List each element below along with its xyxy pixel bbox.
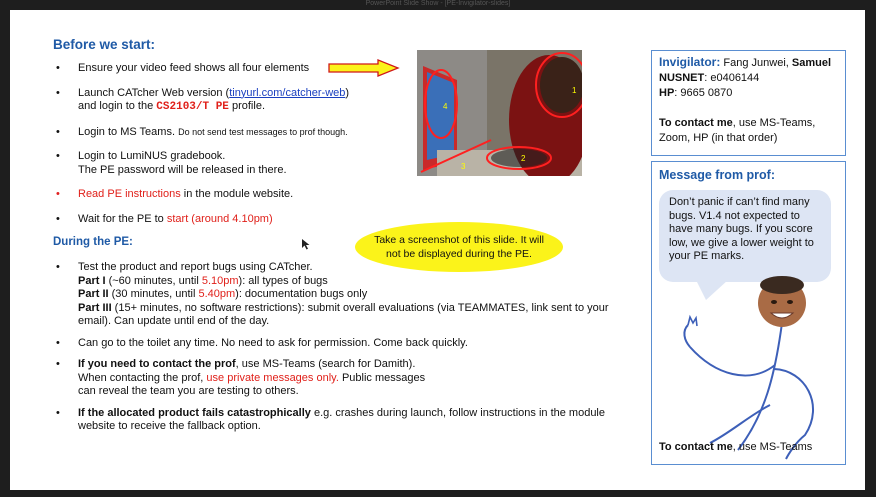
mouse-cursor-icon bbox=[302, 239, 310, 250]
invigilator-box: Invigilator: Fang Junwei, Samuel NUSNET:… bbox=[651, 50, 846, 156]
photo-label-1: 1 bbox=[572, 86, 577, 95]
prof-contact: To contact me, use MS-Teams bbox=[659, 441, 813, 453]
before-list: Ensure your video feed shows all four el… bbox=[52, 62, 402, 226]
during-list: Test the product and report bugs using C… bbox=[52, 261, 622, 434]
webcam-photo: 4 1 2 3 bbox=[417, 50, 582, 176]
photo-label-3: 3 bbox=[461, 162, 466, 171]
invigilator-contact: To contact me, use MS-Teams, Zoom, HP (i… bbox=[659, 117, 816, 144]
webcam-scene bbox=[417, 50, 582, 176]
list-item: If you need to contact the prof, use MS-… bbox=[52, 358, 622, 399]
slide: Before we start: Ensure your video feed … bbox=[10, 10, 865, 490]
during-heading: During the PE: bbox=[53, 236, 133, 248]
list-item: Can go to the toilet any time. No need t… bbox=[52, 337, 622, 351]
arrow-right-icon bbox=[328, 59, 400, 77]
list-item: If the allocated product fails catastrop… bbox=[52, 407, 622, 434]
list-item: Wait for the PE to start (around 4.10pm) bbox=[52, 213, 402, 227]
profile-code: CS2103/T PE bbox=[156, 101, 229, 113]
before-heading: Before we start: bbox=[53, 37, 156, 52]
invigilator-info: Invigilator: Fang Junwei, Samuel NUSNET:… bbox=[659, 55, 832, 99]
window-title: PowerPoint Slide Show - [PE-Invigilator-… bbox=[0, 0, 876, 10]
list-item: Login to LumiNUS gradebook. The PE passw… bbox=[52, 150, 402, 177]
list-item: Launch CATcher Web version (tinyurl.com/… bbox=[52, 87, 402, 115]
catcher-link[interactable]: tinyurl.com/catcher-web bbox=[229, 87, 345, 99]
list-item: Read PE instructions in the module websi… bbox=[52, 188, 402, 202]
list-item: Test the product and report bugs using C… bbox=[52, 261, 622, 329]
photo-label-2: 2 bbox=[521, 154, 526, 163]
prof-heading: Message from prof: bbox=[659, 168, 775, 182]
prof-avatar-figure bbox=[683, 276, 815, 460]
photo-label-4: 4 bbox=[443, 102, 448, 111]
list-item: Login to MS Teams. Do not send test mess… bbox=[52, 126, 402, 140]
